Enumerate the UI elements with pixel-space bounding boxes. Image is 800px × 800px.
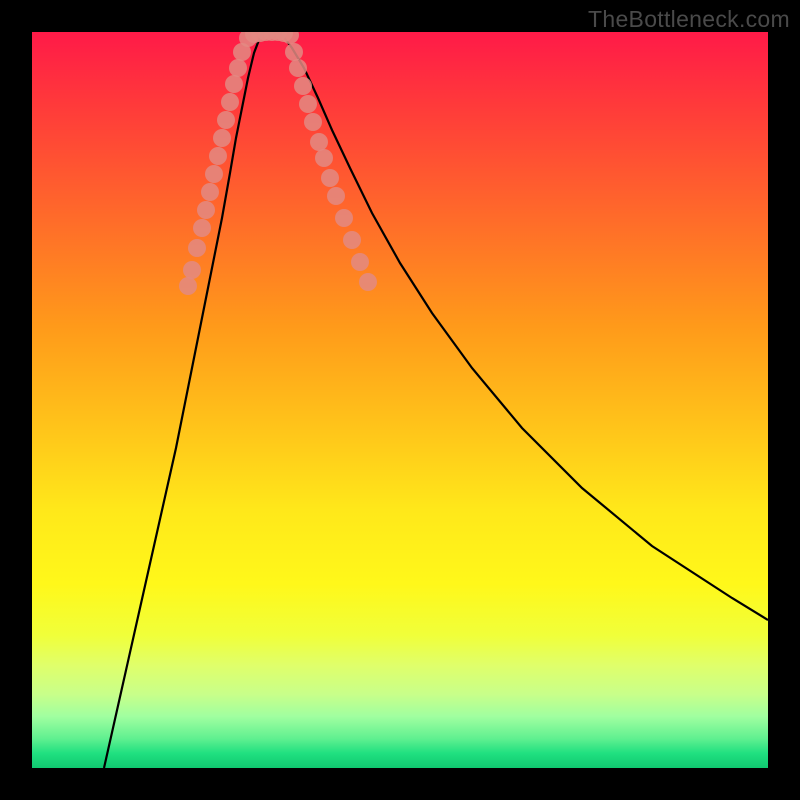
marker-dot xyxy=(225,75,243,93)
plot-area xyxy=(32,32,768,768)
marker-dot xyxy=(183,261,201,279)
marker-dot xyxy=(213,129,231,147)
marker-dot xyxy=(229,59,247,77)
marker-dot xyxy=(321,169,339,187)
marker-dot xyxy=(188,239,206,257)
marker-dot xyxy=(179,277,197,295)
marker-dot xyxy=(294,77,312,95)
marker-dot xyxy=(221,93,239,111)
marker-dot xyxy=(359,273,377,291)
marker-dot xyxy=(285,43,303,61)
marker-dot xyxy=(217,111,235,129)
marker-dot xyxy=(299,95,317,113)
marker-dot xyxy=(201,183,219,201)
marker-dot xyxy=(205,165,223,183)
marker-dot xyxy=(209,147,227,165)
marker-dot xyxy=(343,231,361,249)
watermark-text: TheBottleneck.com xyxy=(588,6,790,33)
chart-frame: TheBottleneck.com xyxy=(0,0,800,800)
curve-layer xyxy=(32,32,768,768)
marker-dot xyxy=(289,59,307,77)
marker-dot xyxy=(197,201,215,219)
marker-dot xyxy=(335,209,353,227)
marker-dot xyxy=(281,32,299,44)
marker-dot xyxy=(304,113,322,131)
marker-dot xyxy=(315,149,333,167)
marker-dot xyxy=(193,219,211,237)
marker-dot xyxy=(351,253,369,271)
bottleneck-curve xyxy=(104,32,768,768)
marker-dot xyxy=(310,133,328,151)
marker-dot xyxy=(327,187,345,205)
